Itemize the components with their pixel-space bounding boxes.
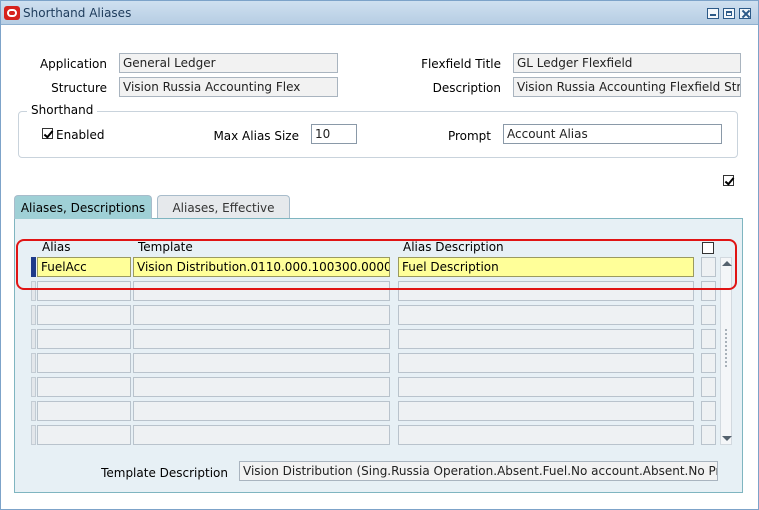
- structure-label: Structure: [51, 81, 107, 95]
- alias-cell[interactable]: [37, 305, 131, 325]
- row-indicator[interactable]: [31, 305, 36, 325]
- flexfield-title-label: Flexfield Title: [421, 57, 501, 71]
- description-field[interactable]: Vision Russia Accounting Flexfield Stru: [513, 77, 741, 97]
- folder-checkbox[interactable]: [723, 175, 734, 186]
- title-bar[interactable]: Shorthand Aliases: [1, 1, 758, 25]
- alias-cell[interactable]: [37, 425, 131, 445]
- close-icon[interactable]: [739, 8, 751, 19]
- prompt-label: Prompt: [447, 129, 491, 143]
- alias-description-cell[interactable]: [398, 353, 694, 373]
- description-label: Description: [432, 81, 501, 95]
- row-indicator[interactable]: [31, 425, 36, 445]
- scroll-down-icon[interactable]: [722, 436, 732, 441]
- template-cell[interactable]: [133, 353, 390, 373]
- template-cell[interactable]: [133, 425, 390, 445]
- alias-description-cell[interactable]: [398, 425, 694, 445]
- enabled-label: Enabled: [56, 128, 105, 142]
- alias-description-cell[interactable]: [398, 377, 694, 397]
- alias-description-cell[interactable]: [398, 329, 694, 349]
- template-cell[interactable]: [133, 305, 390, 325]
- application-field[interactable]: General Ledger: [119, 53, 338, 73]
- tab-aliases-effective[interactable]: Aliases, Effective: [157, 195, 290, 219]
- shorthand-group-title: Shorthand: [27, 103, 98, 117]
- alias-cell[interactable]: [37, 329, 131, 349]
- row-indicator[interactable]: [31, 353, 36, 373]
- structure-field[interactable]: Vision Russia Accounting Flex: [119, 77, 338, 97]
- max-alias-size-field[interactable]: 10: [311, 124, 357, 144]
- row-flag-cell[interactable]: [701, 377, 716, 397]
- oracle-logo-icon: [4, 6, 20, 20]
- row-flag-cell[interactable]: [701, 401, 716, 421]
- row-flag-cell[interactable]: [701, 425, 716, 445]
- alias-description-cell[interactable]: [398, 305, 694, 325]
- tab-aliases-descriptions[interactable]: Aliases, Descriptions: [14, 195, 152, 219]
- row-indicator[interactable]: [31, 377, 36, 397]
- max-alias-size-label: Max Alias Size: [213, 129, 299, 143]
- scroll-grip-icon[interactable]: [724, 328, 729, 368]
- shorthand-aliases-window: Shorthand Aliases Application General Le…: [0, 0, 759, 510]
- alias-cell[interactable]: [37, 377, 131, 397]
- row-indicator[interactable]: [31, 329, 36, 349]
- template-cell[interactable]: [133, 329, 390, 349]
- row-flag-cell[interactable]: [701, 329, 716, 349]
- flexfield-title-field[interactable]: GL Ledger Flexfield: [513, 53, 741, 73]
- application-label: Application: [39, 57, 107, 71]
- template-cell[interactable]: [133, 377, 390, 397]
- maximize-icon[interactable]: [723, 8, 735, 19]
- row-flag-cell[interactable]: [701, 305, 716, 325]
- highlight-annotation: [16, 239, 737, 290]
- window-title: Shorthand Aliases: [23, 6, 132, 20]
- template-description-field[interactable]: Vision Distribution (Sing.Russia Operati…: [239, 461, 718, 481]
- alias-description-cell[interactable]: [398, 401, 694, 421]
- template-description-label: Template Description: [101, 466, 228, 480]
- enabled-checkbox[interactable]: [42, 128, 53, 139]
- minimize-icon[interactable]: [707, 8, 719, 19]
- alias-cell[interactable]: [37, 401, 131, 421]
- template-cell[interactable]: [133, 401, 390, 421]
- prompt-field[interactable]: Account Alias: [503, 124, 722, 144]
- alias-cell[interactable]: [37, 353, 131, 373]
- row-indicator[interactable]: [31, 401, 36, 421]
- row-flag-cell[interactable]: [701, 353, 716, 373]
